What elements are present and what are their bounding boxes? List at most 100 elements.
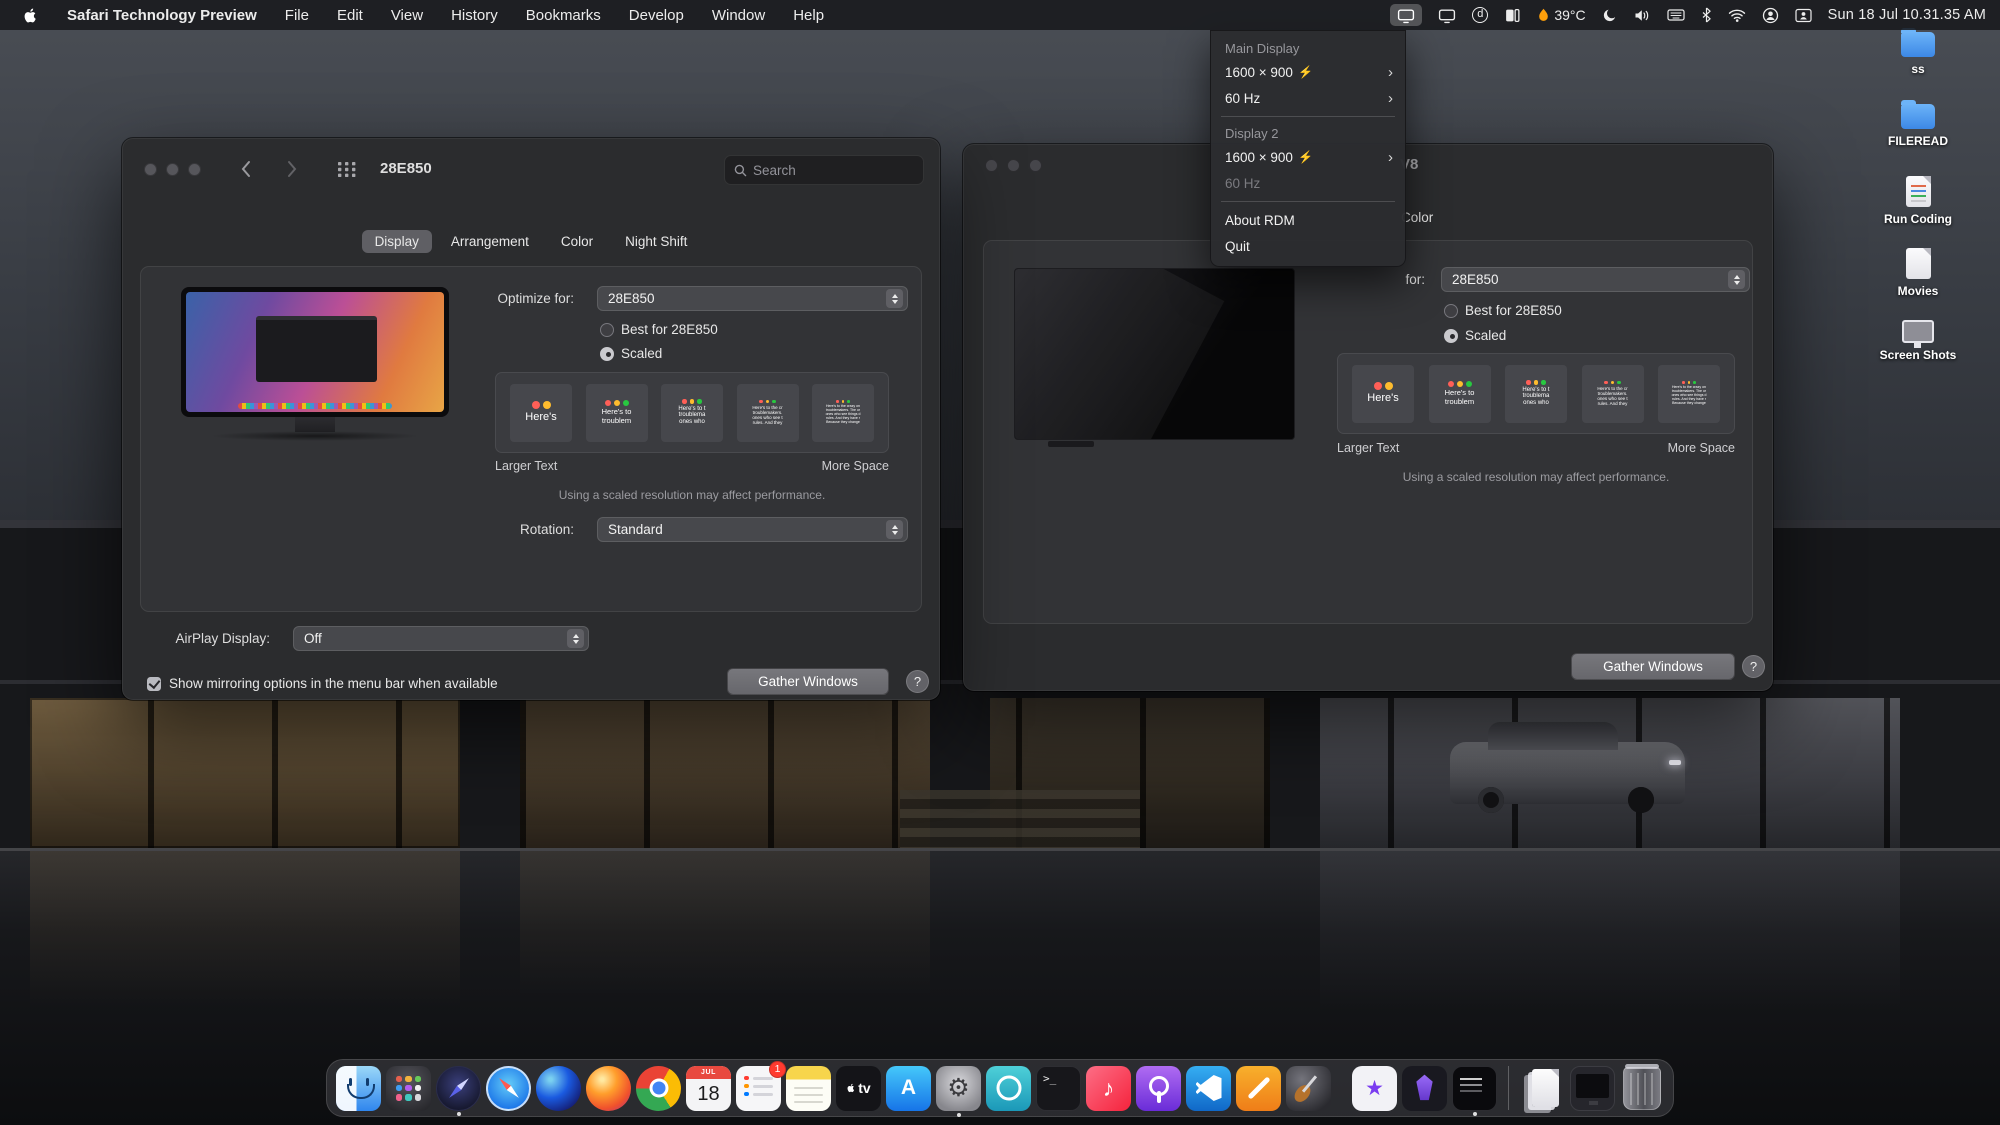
search-input[interactable] xyxy=(753,163,903,178)
minimize-button[interactable] xyxy=(1007,159,1020,172)
dato-menubar-icon[interactable]: d xyxy=(1472,4,1488,26)
rdm-item-about[interactable]: About RDM xyxy=(1211,207,1405,233)
rdm-menubar-icon[interactable] xyxy=(1390,4,1422,26)
desktop-icon-fileread[interactable]: FILEREAD xyxy=(1856,104,1980,148)
rdm-item-refresh-main[interactable]: 60 Hz › xyxy=(1211,85,1405,111)
menu-help[interactable]: Help xyxy=(793,7,824,24)
scale-option-5[interactable]: Here's to the crazy on troublemakers. Th… xyxy=(1658,365,1720,423)
dock-trash-icon[interactable] xyxy=(1623,1067,1661,1110)
gather-windows-button[interactable]: Gather Windows xyxy=(727,668,889,695)
dock-firefox-icon[interactable] xyxy=(586,1066,631,1111)
tab-display[interactable]: Display xyxy=(362,230,432,253)
dock-vscode-icon[interactable] xyxy=(1186,1066,1231,1111)
rdm-item-quit[interactable]: Quit xyxy=(1211,233,1405,259)
close-button[interactable] xyxy=(985,159,998,172)
user-account-menubar-icon[interactable] xyxy=(1762,4,1779,26)
menu-file[interactable]: File xyxy=(285,7,309,24)
desktop-icon-ss[interactable]: ss xyxy=(1856,32,1980,76)
forward-button[interactable] xyxy=(287,160,298,183)
tab-arrangement[interactable]: Arrangement xyxy=(438,230,542,253)
best-for-radio-row[interactable]: Best for 28E850 xyxy=(600,322,718,337)
dock-apple-tv-icon[interactable]: tv xyxy=(836,1066,881,1111)
dock-app-store-icon[interactable]: A xyxy=(886,1066,931,1111)
scale-option-1[interactable]: Here's xyxy=(510,384,572,442)
scale-option-1[interactable]: Here's xyxy=(1352,365,1414,423)
airplay-display-popup[interactable]: Off xyxy=(293,626,589,651)
dnd-moon-menubar-icon[interactable] xyxy=(1602,4,1618,26)
scale-option-2[interactable]: Here's to troublem xyxy=(1429,365,1491,423)
rotation-popup[interactable]: Standard xyxy=(597,517,908,542)
menu-bookmarks[interactable]: Bookmarks xyxy=(526,7,601,24)
desktop-icon-run-coding[interactable]: Run Coding xyxy=(1856,176,1980,226)
tab-night-shift[interactable]: Night Shift xyxy=(612,230,700,253)
zoom-button[interactable] xyxy=(188,163,201,176)
dock-exec-terminal-icon[interactable] xyxy=(1452,1066,1497,1111)
radio-selected-icon[interactable] xyxy=(1444,329,1458,343)
dock-launchpad-icon[interactable] xyxy=(386,1066,431,1111)
scaled-radio-row[interactable]: Scaled xyxy=(1444,328,1506,343)
optimize-for-popup[interactable]: 28E850 xyxy=(1441,267,1750,292)
optimize-for-popup[interactable]: 28E850 xyxy=(597,286,908,311)
dock-chrome-icon[interactable] xyxy=(636,1066,681,1111)
volume-menubar-icon[interactable] xyxy=(1634,4,1651,26)
menu-history[interactable]: History xyxy=(451,7,498,24)
radio-unselected-icon[interactable] xyxy=(600,323,614,337)
menu-bar-clock[interactable]: Sun 18 Jul 10.31.35 AM xyxy=(1828,7,1986,23)
window-manager-menubar-icon[interactable] xyxy=(1504,4,1521,26)
radio-unselected-icon[interactable] xyxy=(1444,304,1458,318)
mirroring-checkbox-row[interactable]: Show mirroring options in the menu bar w… xyxy=(147,676,498,691)
scale-option-3[interactable]: Here's to t troublema ones who xyxy=(661,384,723,442)
fast-user-switch-menubar-icon[interactable] xyxy=(1795,4,1812,26)
help-button[interactable]: ? xyxy=(1742,655,1765,678)
dock-notes-icon[interactable] xyxy=(786,1066,831,1111)
dock-calendar-icon[interactable]: JUL 18 xyxy=(686,1066,731,1111)
search-field[interactable] xyxy=(724,155,924,185)
radio-selected-icon[interactable] xyxy=(600,347,614,361)
dock-finder-icon[interactable] xyxy=(336,1066,381,1111)
dock-drawing-app-icon[interactable] xyxy=(1236,1066,1281,1111)
show-all-preferences-button[interactable] xyxy=(338,162,356,182)
menu-view[interactable]: View xyxy=(391,7,423,24)
dock-garageband-icon[interactable] xyxy=(1286,1066,1331,1111)
scale-option-3[interactable]: Here's to t troublema ones who xyxy=(1505,365,1567,423)
wifi-menubar-icon[interactable] xyxy=(1728,4,1746,26)
dock-reminders-icon[interactable]: 1 xyxy=(736,1066,781,1111)
keyboard-menubar-icon[interactable] xyxy=(1667,4,1685,26)
dock-display-shortcut-icon[interactable] xyxy=(1570,1066,1615,1111)
scale-option-2[interactable]: Here's to troublem xyxy=(586,384,648,442)
rdm-item-resolution-display2[interactable]: 1600 × 900 ⚡ › xyxy=(1211,144,1405,170)
display-menubar-icon[interactable] xyxy=(1438,4,1456,26)
dock-firefox-developer-icon[interactable] xyxy=(536,1066,581,1111)
apple-menu[interactable] xyxy=(22,7,39,24)
scale-option-4[interactable]: Here's to the cr troublemakers. ones who… xyxy=(737,384,799,442)
scale-option-5[interactable]: Here's to the crazy on troublemakers. Th… xyxy=(812,384,874,442)
dock-obsidian-icon[interactable] xyxy=(1402,1066,1447,1111)
close-button[interactable] xyxy=(144,163,157,176)
zoom-button[interactable] xyxy=(1029,159,1042,172)
dock-safari-tech-preview-icon[interactable] xyxy=(436,1066,481,1111)
checkbox-checked-icon[interactable] xyxy=(147,677,161,691)
scaled-radio-row[interactable]: Scaled xyxy=(600,346,662,361)
menu-develop[interactable]: Develop xyxy=(629,7,684,24)
dock-safari-icon[interactable] xyxy=(486,1066,531,1111)
rdm-item-resolution-main[interactable]: 1600 × 900 ⚡ › xyxy=(1211,59,1405,85)
back-button[interactable] xyxy=(240,160,251,183)
desktop-icon-screen-shots[interactable]: Screen Shots xyxy=(1856,320,1980,362)
minimize-button[interactable] xyxy=(166,163,179,176)
dock-system-preferences-icon[interactable]: ⚙ xyxy=(936,1066,981,1111)
desktop-icon-movies[interactable]: Movies xyxy=(1856,248,1980,298)
best-for-radio-row[interactable]: Best for 28E850 xyxy=(1444,303,1562,318)
help-button[interactable]: ? xyxy=(906,670,929,693)
scale-option-4[interactable]: Here's to the cr troublemakers. ones who… xyxy=(1582,365,1644,423)
bluetooth-menubar-icon[interactable] xyxy=(1701,4,1712,26)
dock-pixelmator-icon[interactable]: ★ xyxy=(1352,1066,1397,1111)
dock-podcasts-icon[interactable] xyxy=(1136,1066,1181,1111)
active-app-menu[interactable]: Safari Technology Preview xyxy=(67,7,257,24)
gather-windows-button[interactable]: Gather Windows xyxy=(1571,653,1735,680)
temperature-menubar-item[interactable]: 39°C xyxy=(1537,4,1585,26)
menu-window[interactable]: Window xyxy=(712,7,765,24)
dock-music-icon[interactable]: ♪ xyxy=(1086,1066,1131,1111)
tab-color[interactable]: Color xyxy=(548,230,606,253)
dock-documents-stack-icon[interactable] xyxy=(1520,1066,1565,1111)
dock-terminal-icon[interactable]: >_ xyxy=(1036,1066,1081,1111)
